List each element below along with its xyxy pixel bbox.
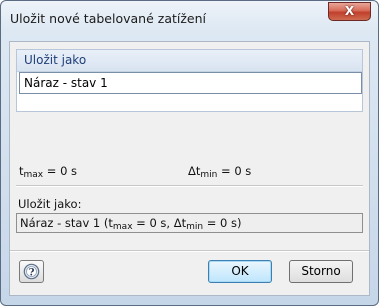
close-icon: X	[344, 4, 355, 18]
dialog-window: Uložit nové tabelované zatížení X Uložit…	[0, 0, 379, 306]
save-as-group-header: Uložit jako	[17, 50, 362, 72]
dialog-content: Uložit jako tmax = 0 s Δtmin = 0 s Uloži…	[9, 41, 370, 296]
close-button[interactable]: X	[328, 2, 371, 21]
save-as-group-title: Uložit jako	[24, 53, 87, 67]
help-icon: ?	[23, 263, 40, 280]
save-as-preview-label: Uložit jako:	[18, 197, 82, 211]
help-button[interactable]: ?	[19, 260, 44, 283]
svg-text:?: ?	[29, 267, 35, 278]
cancel-button[interactable]: Storno	[289, 260, 353, 283]
ok-button[interactable]: OK	[208, 260, 272, 283]
save-as-preview-field: Náraz - stav 1 (tmax = 0 s, Δtmin = 0 s)	[16, 213, 363, 233]
name-input[interactable]	[19, 72, 362, 94]
section-divider	[16, 185, 363, 187]
button-bar-divider	[10, 250, 369, 252]
tmax-info: tmax = 0 s	[19, 164, 78, 180]
dialog-title: Uložit nové tabelované zatížení	[10, 11, 207, 26]
dtmin-info: Δtmin = 0 s	[188, 164, 252, 180]
